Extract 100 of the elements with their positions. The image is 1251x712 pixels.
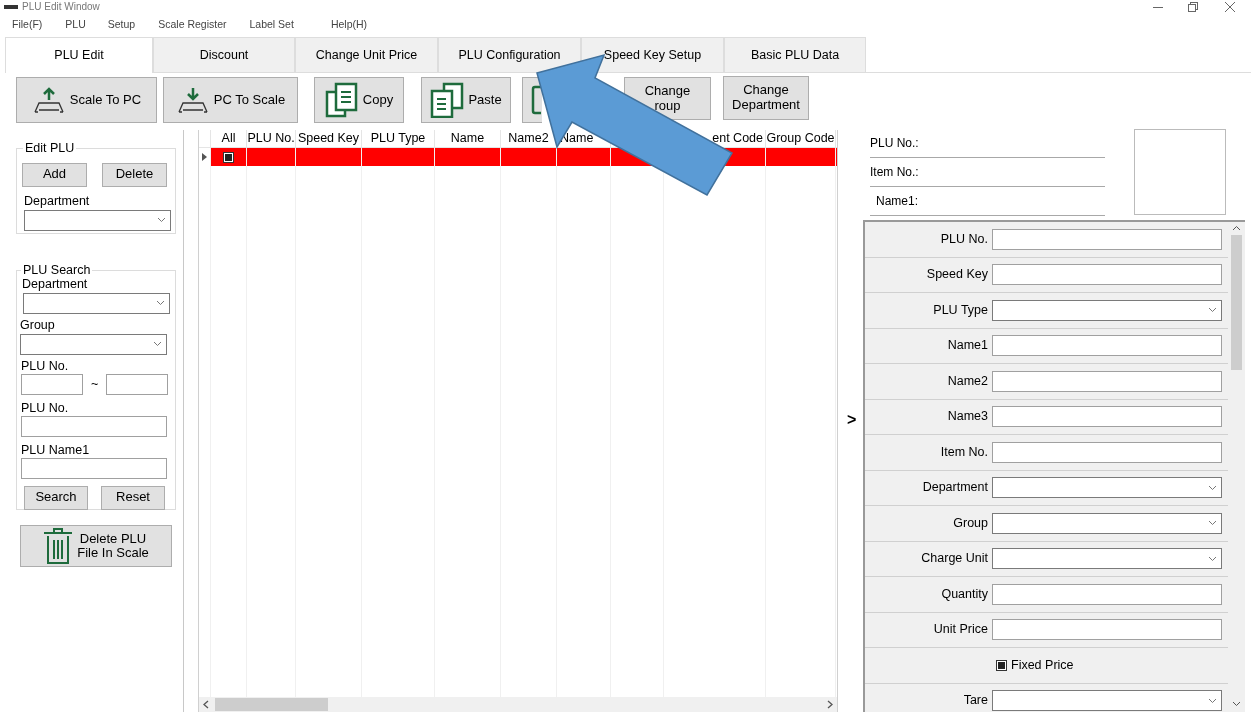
field-label: PLU No. xyxy=(939,231,989,247)
dropdown-field[interactable] xyxy=(992,690,1222,712)
scale-download-icon xyxy=(175,86,210,114)
input-field[interactable] xyxy=(992,441,1222,463)
toolbar-button[interactable]: Scale To PC xyxy=(16,77,157,123)
dropdown-field[interactable] xyxy=(992,299,1222,321)
range-separator: ~ xyxy=(91,376,99,392)
trash-icon xyxy=(43,528,74,564)
input-field[interactable] xyxy=(992,583,1222,605)
menu-item[interactable]: Setup xyxy=(107,17,136,31)
window-title: PLU Edit Window xyxy=(22,1,100,13)
info-label: PLU No.: xyxy=(870,135,919,151)
input-field[interactable] xyxy=(21,457,167,479)
field-label: Tare xyxy=(962,693,989,709)
field-label: Department xyxy=(24,193,91,209)
info-label: Item No.: xyxy=(870,164,919,180)
tab[interactable]: Discount xyxy=(153,37,295,72)
chevron-icon xyxy=(156,300,165,306)
field-label: PLU Type xyxy=(932,302,989,318)
input-field[interactable] xyxy=(992,335,1222,357)
group-title: Edit PLU xyxy=(24,142,76,155)
field-label: Speed Key xyxy=(925,267,989,283)
column-header[interactable]: ent Code xyxy=(712,131,763,146)
field-label: PLU Name1 xyxy=(21,442,91,458)
button[interactable]: Search xyxy=(24,485,88,510)
input-field[interactable] xyxy=(21,373,83,395)
chevron-icon xyxy=(1208,697,1217,704)
field-label: PLU No. xyxy=(21,400,70,416)
column-header[interactable]: Group Code xyxy=(766,131,835,146)
column-header[interactable]: All xyxy=(221,131,236,146)
tab[interactable]: Speed Key Setup xyxy=(581,37,724,72)
column-header[interactable]: PLU No. xyxy=(247,131,295,146)
field-label: Unit Price xyxy=(932,622,989,638)
field-label: Name2 xyxy=(946,373,989,389)
input-field[interactable] xyxy=(992,370,1222,392)
button[interactable]: Reset xyxy=(101,485,165,510)
field-label: Charge Unit xyxy=(920,551,989,567)
row-pointer-icon xyxy=(202,153,207,161)
scrollbar-thumb[interactable] xyxy=(1231,235,1242,370)
toolbar-button[interactable]: Change Department xyxy=(723,76,809,120)
chevron-icon xyxy=(1208,484,1217,491)
menu-item[interactable]: File(F) xyxy=(12,17,43,31)
dropdown-field[interactable] xyxy=(24,209,171,231)
chevron-icon xyxy=(157,217,166,223)
close-icon xyxy=(1225,2,1235,12)
toolbar-button[interactable]: Copy xyxy=(314,77,404,123)
input-field[interactable] xyxy=(992,619,1222,641)
delete-file-button[interactable]: Delete PLU File In Scale xyxy=(20,525,172,567)
chevron-icon xyxy=(1208,520,1217,527)
input-field[interactable] xyxy=(21,415,167,437)
field-label: Group xyxy=(20,317,56,333)
tab[interactable]: PLU Edit xyxy=(5,37,153,73)
field-label: Quantity xyxy=(940,586,989,602)
button[interactable]: Delete xyxy=(102,162,167,187)
toolbar-button[interactable]: PC To Scale xyxy=(163,77,298,123)
column-header[interactable]: Speed Key xyxy=(297,131,360,146)
column-header[interactable]: Name2 xyxy=(508,131,549,146)
checkbox-label: Fixed Price xyxy=(1011,657,1074,673)
field-label: Department xyxy=(22,276,89,292)
dropdown-field[interactable] xyxy=(20,333,167,355)
app-icon xyxy=(4,4,18,10)
dropdown-field[interactable] xyxy=(992,548,1222,570)
dropdown-field[interactable] xyxy=(992,477,1222,499)
document-copy-icon xyxy=(324,82,359,118)
restore-icon xyxy=(1188,2,1198,12)
tab[interactable]: PLU Configuration xyxy=(438,37,581,72)
tab[interactable]: Basic PLU Data xyxy=(724,37,866,72)
chevron-icon xyxy=(1208,307,1217,314)
document-paste-icon xyxy=(430,82,465,118)
toolbar-button[interactable] xyxy=(522,77,542,123)
input-field[interactable] xyxy=(992,406,1222,428)
dropdown-field[interactable] xyxy=(992,512,1222,534)
column-header[interactable]: Name xyxy=(450,131,485,146)
menu-item[interactable]: Scale Register xyxy=(158,17,227,31)
field-label: PLU No. xyxy=(21,358,70,374)
field-label: Name1 xyxy=(946,338,989,354)
column-header[interactable]: PLU Type xyxy=(370,131,426,146)
button[interactable]: Add xyxy=(22,162,87,187)
group-title: PLU Search xyxy=(22,264,92,277)
field-label: Group xyxy=(952,515,989,531)
tab[interactable]: Change Unit Price xyxy=(295,37,438,72)
scale-upload-icon xyxy=(31,86,66,114)
dropdown-field[interactable] xyxy=(23,292,170,314)
scrollbar-thumb[interactable] xyxy=(215,698,328,711)
document-icon xyxy=(531,85,541,115)
field-label: Department xyxy=(921,480,989,496)
checkbox[interactable] xyxy=(996,659,1007,671)
menu-item[interactable]: Help(H) xyxy=(330,17,368,31)
field-label: Name3 xyxy=(946,409,989,425)
field-label: Item No. xyxy=(939,444,989,460)
input-field[interactable] xyxy=(992,264,1222,286)
input-field[interactable] xyxy=(106,373,169,395)
expand-toggle[interactable]: > xyxy=(847,410,863,430)
checkbox[interactable] xyxy=(223,151,234,163)
info-label: Name1: xyxy=(876,193,919,209)
toolbar-button[interactable]: Paste xyxy=(421,77,511,123)
menu-item[interactable]: PLU xyxy=(65,17,86,31)
menu-item[interactable]: Label Set xyxy=(249,17,294,31)
input-field[interactable] xyxy=(992,228,1222,250)
chevron-icon xyxy=(153,341,162,347)
